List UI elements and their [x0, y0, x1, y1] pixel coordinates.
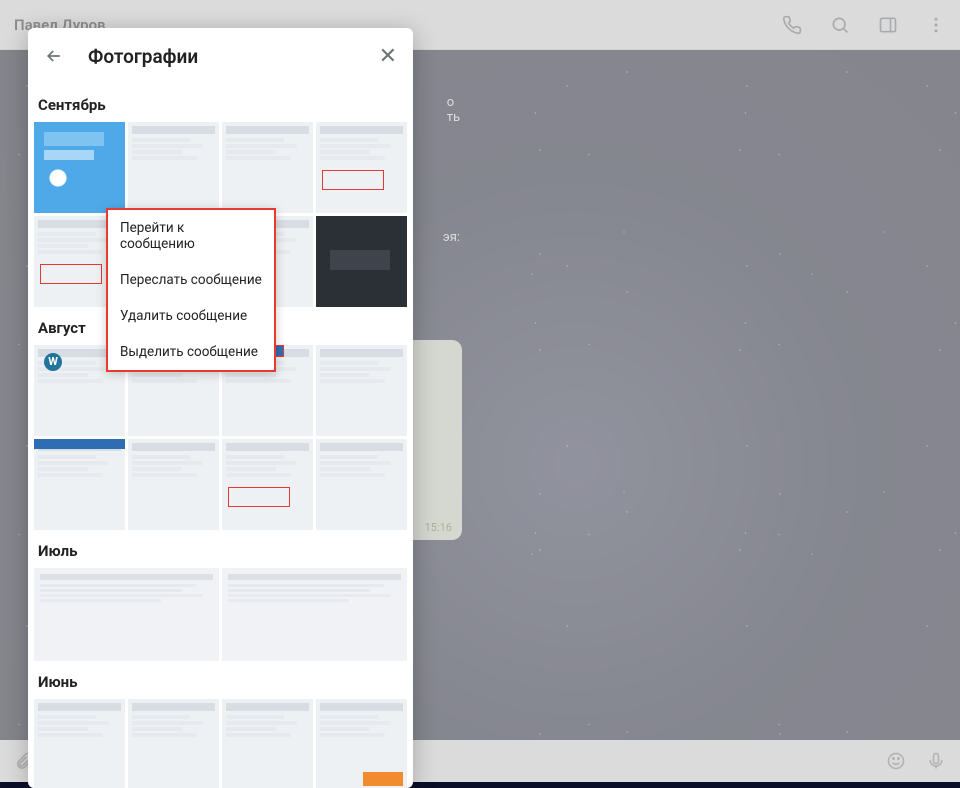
photo-thumb[interactable]: [222, 439, 313, 530]
photo-thumb[interactable]: [316, 439, 407, 530]
photo-thumb[interactable]: [222, 122, 313, 213]
photo-thumb[interactable]: [34, 568, 219, 661]
month-label-jul: Июль: [34, 530, 407, 568]
panel-scroll[interactable]: Сентябрь Август Июль Июнь: [28, 84, 413, 788]
close-icon[interactable]: ✕: [379, 44, 397, 69]
month-label-jun: Июнь: [34, 661, 407, 699]
month-label-sep: Сентябрь: [34, 84, 407, 122]
ctx-goto-message[interactable]: Перейти к сообщению: [108, 210, 274, 262]
ctx-delete-message[interactable]: Удалить сообщение: [108, 298, 274, 334]
photo-thumb[interactable]: [316, 216, 407, 307]
thumb-grid: [34, 699, 407, 788]
panel-title: Фотографии: [88, 45, 355, 68]
photo-thumb[interactable]: [128, 699, 219, 788]
photo-thumb[interactable]: [316, 345, 407, 436]
photo-thumb[interactable]: [128, 122, 219, 213]
photo-thumb[interactable]: [222, 568, 407, 661]
ctx-forward-message[interactable]: Переслать сообщение: [108, 262, 274, 298]
photos-panel: Фотографии ✕ Сентябрь Август Июль: [28, 28, 413, 788]
photo-thumb[interactable]: [34, 439, 125, 530]
thumb-grid: [34, 345, 407, 530]
photo-thumb[interactable]: [34, 699, 125, 788]
photo-thumb[interactable]: [316, 699, 407, 788]
panel-header: Фотографии ✕: [28, 28, 413, 84]
photo-thumb[interactable]: [128, 439, 219, 530]
ctx-select-message[interactable]: Выделить сообщение: [108, 334, 274, 370]
photo-thumb[interactable]: [222, 699, 313, 788]
context-menu: Перейти к сообщению Переслать сообщение …: [106, 208, 276, 372]
back-arrow-icon[interactable]: [44, 46, 64, 66]
photo-thumb[interactable]: [34, 122, 125, 213]
thumb-grid: [34, 568, 407, 661]
photo-thumb[interactable]: [316, 122, 407, 213]
